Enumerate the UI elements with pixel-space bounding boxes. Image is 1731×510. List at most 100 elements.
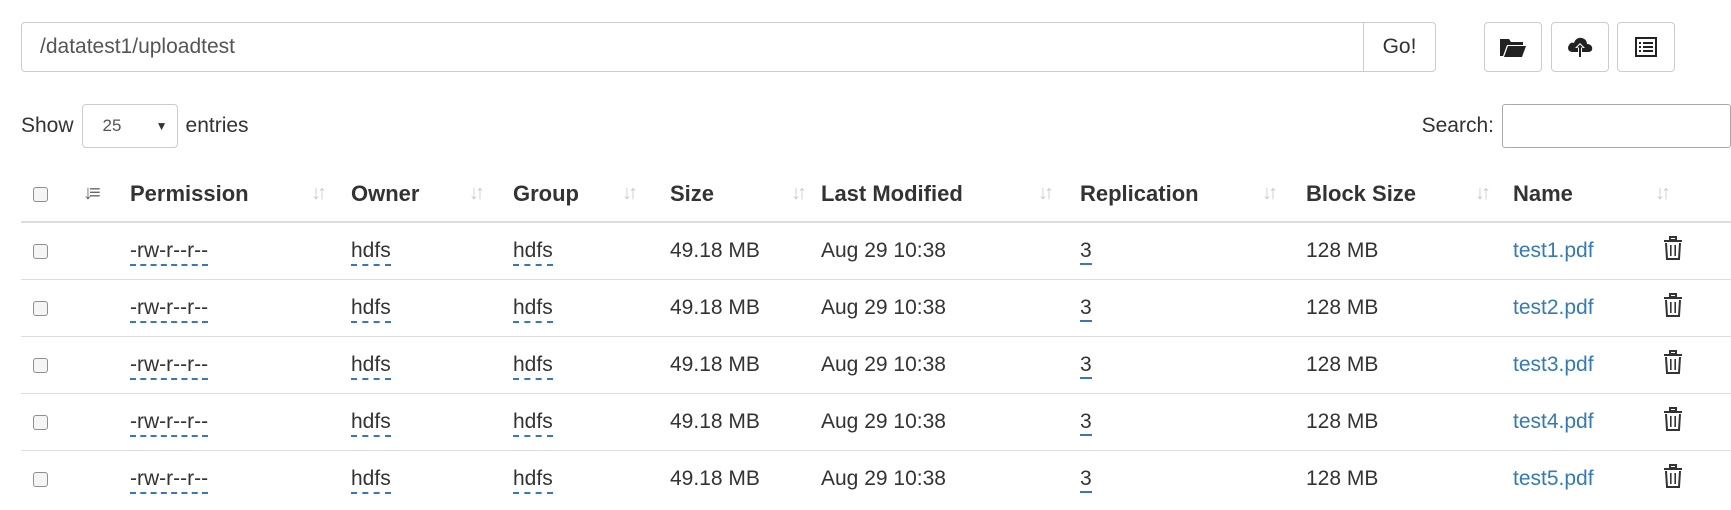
sort-icon: ↓↑: [1038, 182, 1054, 204]
column-replication[interactable]: Replication ↓↑: [1080, 166, 1306, 223]
entries-select-value: 25: [102, 116, 122, 135]
owner-cell[interactable]: hdfs: [351, 239, 391, 266]
size-cell: 49.18 MB: [670, 296, 760, 319]
permission-cell[interactable]: -rw-r--r--: [130, 353, 209, 380]
column-permission[interactable]: Permission ↓↑: [130, 166, 351, 223]
table-row: -rw-r--r-- hdfs hdfs 49.18 MB Aug 29 10:…: [21, 279, 1731, 337]
last-modified-cell: Aug 29 10:38: [821, 467, 946, 490]
last-modified-cell: Aug 29 10:38: [821, 353, 946, 376]
files-table: ↓≡ Permission ↓↑ Owner ↓↑ Group ↓↑ Size …: [21, 166, 1731, 507]
column-owner[interactable]: Owner ↓↑: [351, 166, 513, 223]
search-input[interactable]: [1502, 104, 1731, 148]
table-row: -rw-r--r-- hdfs hdfs 49.18 MB Aug 29 10:…: [21, 222, 1731, 280]
list-icon: [1634, 36, 1658, 58]
table-row: -rw-r--r-- hdfs hdfs 49.18 MB Aug 29 10:…: [21, 336, 1731, 394]
last-modified-cell: Aug 29 10:38: [821, 296, 946, 319]
row-checkbox[interactable]: [33, 243, 48, 259]
column-replication-label: Replication: [1080, 180, 1199, 206]
delete-button[interactable]: [1663, 464, 1683, 494]
row-select-cell: [21, 393, 130, 451]
permission-cell[interactable]: -rw-r--r--: [130, 410, 209, 437]
column-last-modified[interactable]: Last Modified ↓↑: [821, 166, 1080, 223]
chevron-down-icon: ▼: [155, 119, 168, 133]
replication-link[interactable]: 3: [1080, 410, 1092, 436]
owner-cell[interactable]: hdfs: [351, 353, 391, 380]
row-select-cell: [21, 279, 130, 337]
folder-open-icon: [1499, 36, 1527, 58]
column-size[interactable]: Size ↓↑: [670, 166, 821, 223]
row-checkbox[interactable]: [33, 414, 48, 430]
group-cell[interactable]: hdfs: [513, 296, 553, 323]
column-permission-label: Permission: [130, 180, 249, 206]
size-cell: 49.18 MB: [670, 467, 760, 490]
go-button[interactable]: Go!: [1363, 23, 1435, 71]
sort-icon: ↓↑: [1262, 182, 1278, 204]
group-cell[interactable]: hdfs: [513, 353, 553, 380]
column-owner-label: Owner: [351, 180, 420, 206]
trash-icon: [1663, 350, 1683, 379]
file-name-link[interactable]: test1.pdf: [1513, 239, 1594, 262]
size-cell: 49.18 MB: [670, 239, 760, 262]
delete-button[interactable]: [1663, 236, 1683, 266]
block-size-cell: 128 MB: [1306, 467, 1379, 490]
replication-link[interactable]: 3: [1080, 353, 1092, 379]
permission-cell[interactable]: -rw-r--r--: [130, 239, 209, 266]
sort-icon: ↓↑: [311, 182, 327, 204]
replication-link[interactable]: 3: [1080, 467, 1092, 493]
replication-link[interactable]: 3: [1080, 296, 1092, 322]
row-checkbox[interactable]: [33, 357, 48, 373]
file-name-link[interactable]: test2.pdf: [1513, 296, 1594, 319]
column-group[interactable]: Group ↓↑: [513, 166, 670, 223]
select-all-checkbox[interactable]: [33, 187, 48, 203]
file-name-link[interactable]: test3.pdf: [1513, 353, 1594, 376]
entries-label: entries: [185, 114, 249, 137]
block-size-cell: 128 MB: [1306, 296, 1379, 319]
row-checkbox[interactable]: [33, 471, 48, 487]
block-size-cell: 128 MB: [1306, 353, 1379, 376]
row-select-cell: [21, 336, 130, 394]
column-block-size-label: Block Size: [1306, 180, 1417, 206]
table-header-row: ↓≡ Permission ↓↑ Owner ↓↑ Group ↓↑ Size …: [21, 166, 1731, 223]
column-block-size[interactable]: Block Size ↓↑: [1306, 166, 1513, 223]
column-actions: [1663, 166, 1731, 223]
column-group-label: Group: [513, 180, 579, 206]
file-name-link[interactable]: test4.pdf: [1513, 410, 1594, 433]
owner-cell[interactable]: hdfs: [351, 410, 391, 437]
block-size-cell: 128 MB: [1306, 410, 1379, 433]
path-bar: Go!: [21, 22, 1436, 72]
permission-cell[interactable]: -rw-r--r--: [130, 296, 209, 323]
trash-icon: [1663, 293, 1683, 322]
create-directory-button[interactable]: [1484, 22, 1542, 72]
row-select-cell: [21, 222, 130, 280]
table-row: -rw-r--r-- hdfs hdfs 49.18 MB Aug 29 10:…: [21, 450, 1731, 507]
permission-cell[interactable]: -rw-r--r--: [130, 467, 209, 494]
group-cell[interactable]: hdfs: [513, 239, 553, 266]
file-name-link[interactable]: test5.pdf: [1513, 467, 1594, 490]
owner-cell[interactable]: hdfs: [351, 296, 391, 323]
group-cell[interactable]: hdfs: [513, 410, 553, 437]
list-button[interactable]: [1617, 22, 1675, 72]
sort-icon: ↓↑: [469, 182, 485, 204]
upload-button[interactable]: [1551, 22, 1609, 72]
hdfs-file-browser: Go!: [0, 0, 1731, 510]
block-size-cell: 128 MB: [1306, 239, 1379, 262]
entries-select[interactable]: 25 ▼: [81, 104, 178, 148]
sort-icon: ↓↑: [622, 182, 638, 204]
show-label: Show: [21, 114, 74, 137]
group-cell[interactable]: hdfs: [513, 467, 553, 494]
column-size-label: Size: [670, 180, 715, 206]
cloud-upload-icon: [1566, 35, 1594, 59]
delete-button[interactable]: [1663, 407, 1683, 437]
sort-icon: ↓↑: [791, 182, 807, 204]
size-cell: 49.18 MB: [670, 410, 760, 433]
owner-cell[interactable]: hdfs: [351, 467, 391, 494]
path-input[interactable]: [22, 23, 1363, 71]
delete-button[interactable]: [1663, 350, 1683, 380]
sort-active-icon[interactable]: ↓≡: [83, 182, 101, 205]
row-checkbox[interactable]: [33, 300, 48, 316]
delete-button[interactable]: [1663, 293, 1683, 323]
row-select-cell: [21, 450, 130, 507]
column-name[interactable]: Name ↓↑: [1513, 166, 1671, 223]
last-modified-cell: Aug 29 10:38: [821, 410, 946, 433]
replication-link[interactable]: 3: [1080, 239, 1092, 265]
